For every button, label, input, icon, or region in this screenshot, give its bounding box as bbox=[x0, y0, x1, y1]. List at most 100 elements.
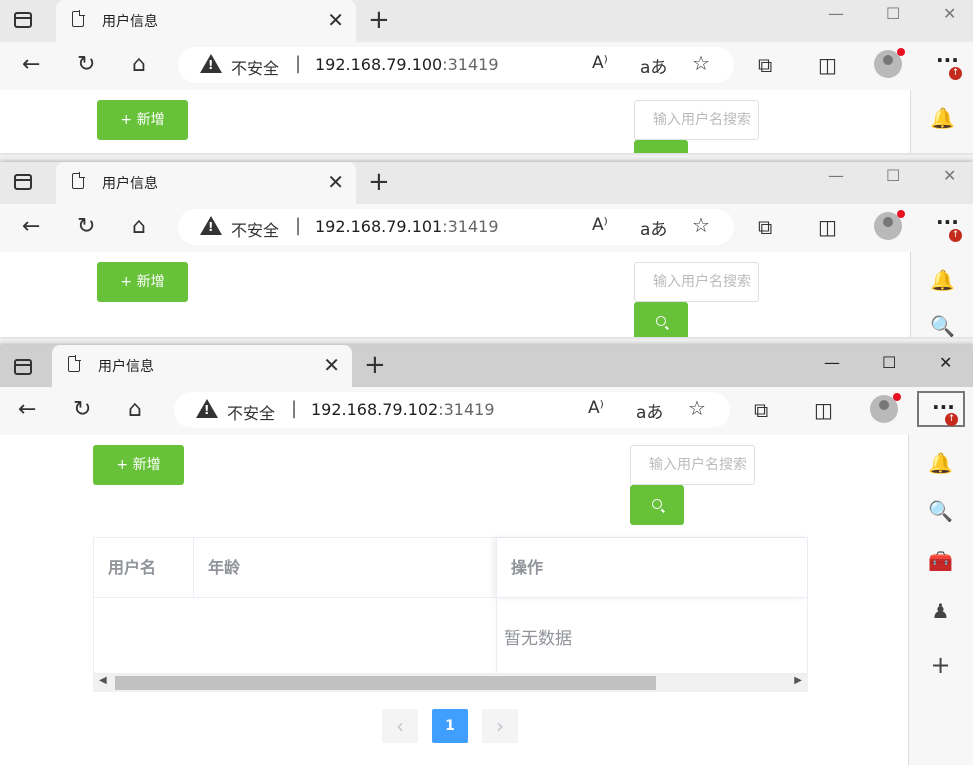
update-badge: ↑ bbox=[949, 67, 962, 80]
update-badge: ↑ bbox=[945, 413, 958, 426]
new-tab-button[interactable]: + bbox=[368, 6, 390, 34]
back-icon[interactable]: ← bbox=[22, 52, 40, 78]
extensions-icon[interactable]: ⧉ bbox=[758, 214, 772, 240]
bell-icon[interactable]: 🔔 bbox=[911, 268, 973, 292]
close-window-button[interactable]: ✕ bbox=[943, 4, 956, 23]
url-text[interactable]: 192.168.79.101:31419 bbox=[315, 217, 499, 236]
page-content: + 新增 输入用户名搜索 bbox=[0, 90, 910, 153]
avatar[interactable] bbox=[874, 48, 905, 78]
minimize-button[interactable]: — bbox=[824, 353, 840, 372]
horizontal-scrollbar[interactable]: ◀ ▶ bbox=[93, 674, 808, 692]
avatar[interactable] bbox=[870, 393, 901, 423]
split-screen-icon[interactable]: ◫ bbox=[818, 52, 837, 78]
tab-close-icon[interactable]: ✕ bbox=[327, 170, 344, 194]
tab-actions-icon[interactable] bbox=[14, 174, 32, 190]
read-aloud-icon[interactable]: A⁾ bbox=[592, 215, 608, 235]
split-screen-icon[interactable]: ◫ bbox=[814, 397, 833, 423]
column-header-age[interactable]: 年龄 bbox=[194, 538, 496, 598]
add-button[interactable]: + 新增 bbox=[93, 445, 184, 485]
search-button[interactable] bbox=[634, 140, 688, 153]
insecure-label[interactable]: 不安全 bbox=[227, 400, 275, 424]
warning-icon bbox=[200, 216, 222, 235]
home-icon[interactable]: ⌂ bbox=[128, 397, 142, 423]
bell-icon[interactable]: 🔔 bbox=[909, 451, 972, 475]
search-icon[interactable]: 🔍 bbox=[909, 499, 972, 523]
search-input[interactable]: 输入用户名搜索 bbox=[634, 100, 759, 140]
search-button[interactable] bbox=[630, 485, 684, 525]
maximize-button[interactable]: ☐ bbox=[882, 353, 896, 372]
address-bar[interactable]: 不安全 | 192.168.79.102:31419 A⁾ aあ ☆ bbox=[174, 392, 730, 428]
new-tab-button[interactable]: + bbox=[368, 168, 390, 196]
translate-icon[interactable]: aあ bbox=[640, 215, 667, 240]
close-window-button[interactable]: ✕ bbox=[939, 353, 952, 372]
scrollbar-thumb[interactable] bbox=[115, 676, 656, 690]
column-header-actions[interactable]: 操作 bbox=[496, 538, 807, 598]
address-bar[interactable]: 不安全 | 192.168.79.101:31419 A⁾ aあ ☆ bbox=[178, 209, 734, 245]
translate-icon[interactable]: aあ bbox=[636, 398, 663, 423]
maximize-button[interactable]: ☐ bbox=[886, 4, 900, 23]
chess-icon[interactable]: ♟ bbox=[909, 599, 972, 623]
tab-bar: 用户信息 ✕ + — ☐ ✕ bbox=[0, 162, 973, 204]
scroll-right-icon[interactable]: ▶ bbox=[794, 675, 802, 686]
browser-window-1: 用户信息 ✕ + — ☐ ✕ ← ↻ ⌂ 不安全 | 192.168.79.10… bbox=[0, 0, 973, 153]
back-icon[interactable]: ← bbox=[22, 214, 40, 240]
tab-user-info[interactable]: 用户信息 ✕ bbox=[52, 345, 352, 387]
page-content: + 新增 输入用户名搜索 bbox=[0, 252, 910, 337]
tab-close-icon[interactable]: ✕ bbox=[327, 8, 344, 32]
read-aloud-icon[interactable]: A⁾ bbox=[588, 398, 604, 418]
prev-page-button[interactable]: ‹ bbox=[382, 709, 418, 743]
warning-icon bbox=[196, 399, 218, 418]
refresh-icon[interactable]: ↻ bbox=[77, 52, 95, 78]
close-window-button[interactable]: ✕ bbox=[943, 166, 956, 185]
new-tab-button[interactable]: + bbox=[364, 351, 386, 379]
address-bar[interactable]: 不安全 | 192.168.79.100:31419 A⁾ aあ ☆ bbox=[178, 47, 734, 83]
extensions-icon[interactable]: ⧉ bbox=[758, 52, 772, 78]
more-menu-button[interactable]: ··· ↑ bbox=[917, 391, 965, 427]
page-icon bbox=[72, 10, 85, 27]
add-icon[interactable]: + bbox=[909, 651, 972, 679]
favorite-icon[interactable]: ☆ bbox=[688, 396, 706, 420]
separator: | bbox=[295, 215, 302, 236]
tab-bar: 用户信息 ✕ + — ☐ ✕ bbox=[0, 345, 973, 387]
home-icon[interactable]: ⌂ bbox=[132, 52, 146, 78]
page-content: + 新增 输入用户名搜索 用户名 年龄 操作 暂无数据 ◀ ▶ ‹ 1 › bbox=[0, 435, 908, 765]
search-icon[interactable]: 🔍 bbox=[911, 314, 973, 337]
maximize-button[interactable]: ☐ bbox=[886, 166, 900, 185]
refresh-icon[interactable]: ↻ bbox=[77, 214, 95, 240]
minimize-button[interactable]: — bbox=[828, 166, 844, 185]
add-button[interactable]: + 新增 bbox=[97, 262, 188, 302]
tab-title: 用户信息 bbox=[98, 359, 154, 375]
edge-sidebar: 🔔 🔍 bbox=[910, 252, 973, 337]
search-button[interactable] bbox=[634, 302, 688, 337]
tab-user-info[interactable]: 用户信息 ✕ bbox=[56, 0, 356, 42]
home-icon[interactable]: ⌂ bbox=[132, 214, 146, 240]
favorite-icon[interactable]: ☆ bbox=[692, 213, 710, 237]
next-page-button[interactable]: › bbox=[482, 709, 518, 743]
column-header-username[interactable]: 用户名 bbox=[94, 538, 194, 598]
read-aloud-icon[interactable]: A⁾ bbox=[592, 53, 608, 73]
tab-actions-icon[interactable] bbox=[14, 12, 32, 28]
tab-user-info[interactable]: 用户信息 ✕ bbox=[56, 162, 356, 204]
insecure-label[interactable]: 不安全 bbox=[231, 55, 279, 79]
page-icon bbox=[68, 355, 81, 372]
toolbox-icon[interactable]: 🧰 bbox=[909, 549, 972, 573]
insecure-label[interactable]: 不安全 bbox=[231, 217, 279, 241]
avatar[interactable] bbox=[874, 210, 905, 240]
favorite-icon[interactable]: ☆ bbox=[692, 51, 710, 75]
bell-icon[interactable]: 🔔 bbox=[911, 106, 973, 130]
url-text[interactable]: 192.168.79.100:31419 bbox=[315, 55, 499, 74]
split-screen-icon[interactable]: ◫ bbox=[818, 214, 837, 240]
minimize-button[interactable]: — bbox=[828, 4, 844, 23]
tab-actions-icon[interactable] bbox=[14, 359, 32, 375]
url-text[interactable]: 192.168.79.102:31419 bbox=[311, 400, 495, 419]
search-input[interactable]: 输入用户名搜索 bbox=[634, 262, 759, 302]
add-button[interactable]: + 新增 bbox=[97, 100, 188, 140]
tab-close-icon[interactable]: ✕ bbox=[323, 353, 340, 377]
extensions-icon[interactable]: ⧉ bbox=[754, 397, 768, 423]
page-number-1[interactable]: 1 bbox=[432, 709, 468, 743]
refresh-icon[interactable]: ↻ bbox=[73, 397, 91, 423]
back-icon[interactable]: ← bbox=[18, 397, 36, 423]
scroll-left-icon[interactable]: ◀ bbox=[99, 675, 107, 686]
translate-icon[interactable]: aあ bbox=[640, 53, 667, 78]
search-input[interactable]: 输入用户名搜索 bbox=[630, 445, 755, 485]
